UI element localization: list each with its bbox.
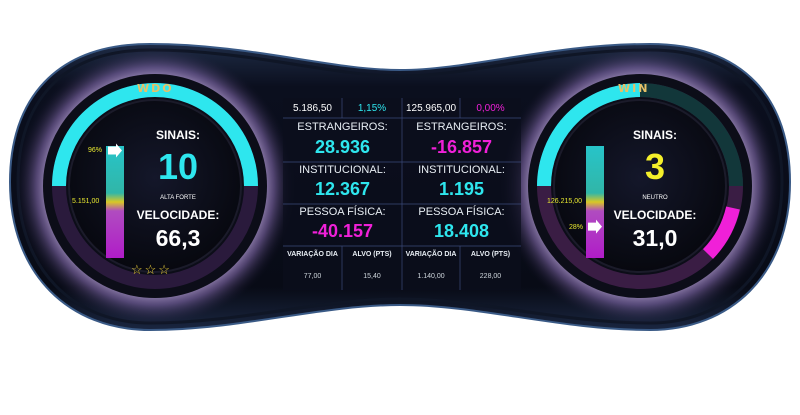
win-institucional-label: INSTITUCIONAL: (418, 164, 505, 176)
wdo-alvo-value: 15,40 (363, 273, 381, 280)
wdo-pessoa-fisica-value: -40.157 (311, 221, 374, 241)
wdo-variacao-label: VARIAÇÃO DIA (287, 251, 338, 258)
dashboard: WDO WIN 96% 5.151,00 SINAIS: 10 ALTA FOR… (0, 0, 800, 410)
win-variacao-value: 1.140,00 (417, 273, 445, 280)
wdo-bar-percent: 96% (88, 147, 103, 154)
wdo-institucional-value: 12.367 (314, 179, 371, 199)
win-pessoa-fisica-value: 18.408 (433, 221, 490, 241)
win-velocidade-value: 31,0 (632, 225, 678, 251)
wdo-bar-price: 5.151,00 (72, 198, 100, 205)
win-signal-text: NEUTRO (642, 195, 668, 201)
win-alvo-label: ALVO (PTS) (470, 251, 511, 258)
wdo-alvo-label: ALVO (PTS) (352, 251, 392, 258)
wdo-institucional-label: INSTITUCIONAL: (299, 164, 386, 176)
win-pessoa-fisica-label: PESSOA FÍSICA: (418, 206, 505, 218)
win-institucional-value: 1.195 (438, 179, 485, 199)
win-variacao-label: VARIAÇÃO DIA (405, 251, 457, 258)
dashboard-background (8, 42, 792, 332)
wdo-sinais-value: 10 (157, 146, 199, 187)
win-title: WIN (618, 82, 650, 95)
wdo-change: 1,15% (357, 103, 387, 114)
win-estrangeiros-value: -16.857 (430, 137, 493, 157)
wdo-estrangeiros-label: ESTRANGEIROS: (297, 121, 388, 133)
wdo-title: WDO (137, 82, 174, 95)
wdo-estrangeiros-value: 28.936 (314, 137, 371, 157)
win-price: 125.965,00 (405, 103, 457, 114)
win-bar-price: 126.215,00 (547, 198, 583, 205)
wdo-rating-stars-icon: ☆☆☆ (131, 262, 172, 277)
wdo-velocidade-label: VELOCIDADE: (136, 208, 220, 222)
win-change: 0,00% (476, 103, 505, 114)
wdo-signal-text: ALTA FORTE (160, 195, 196, 201)
wdo-sinais-label: SINAIS: (155, 128, 200, 142)
wdo-strength-bar (106, 146, 124, 258)
win-velocidade-label: VELOCIDADE: (613, 208, 697, 222)
win-estrangeiros-label: ESTRANGEIROS: (416, 121, 507, 133)
wdo-variacao-value: 77,00 (303, 273, 322, 280)
win-alvo-value: 228,00 (479, 273, 502, 280)
wdo-velocidade-value: 66,3 (155, 225, 201, 251)
win-strength-bar (586, 146, 604, 258)
wdo-pessoa-fisica-label: PESSOA FÍSICA: (299, 206, 386, 218)
win-sinais-value: 3 (644, 146, 666, 187)
win-bar-percent: 28% (569, 224, 584, 231)
wdo-price: 5.186,50 (293, 103, 332, 114)
win-sinais-label: SINAIS: (632, 128, 677, 142)
